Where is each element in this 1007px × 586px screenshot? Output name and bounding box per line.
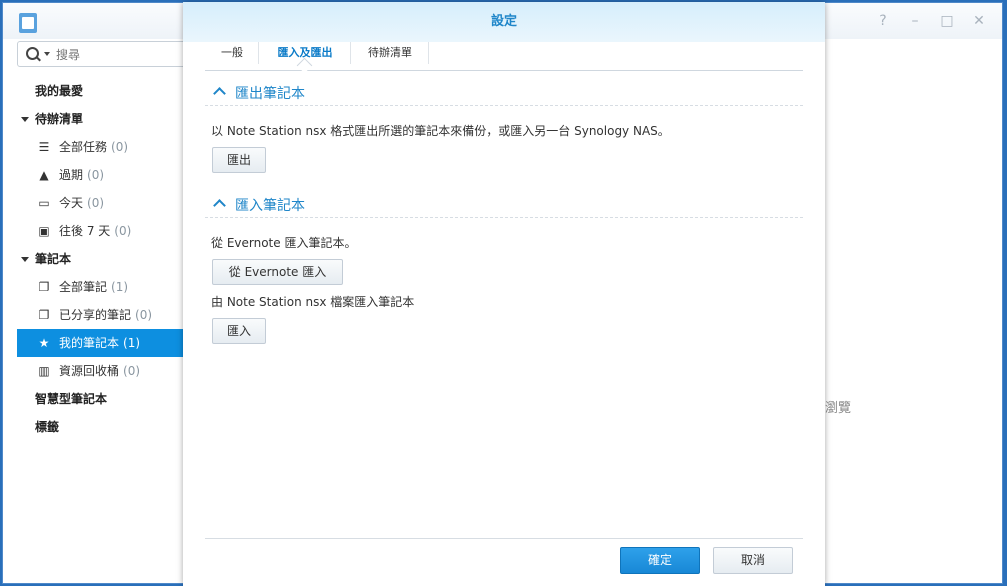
help-icon[interactable]: ? — [874, 13, 892, 29]
sidebar-item-count: (1) — [111, 280, 129, 294]
nsx-import-description: 由 Note Station nsx 檔案匯入筆記本 — [211, 295, 415, 309]
settings-dialog: 設定 一般 匯入及匯出 待辦清單 匯出筆記本 以 Note Station ns… — [183, 2, 825, 586]
sidebar-item-trash[interactable]: ▥ 資源回收桶 (0) — [3, 357, 185, 385]
export-section-header[interactable]: 匯出筆記本 — [205, 81, 803, 106]
warning-icon: ▲ — [39, 168, 49, 182]
search-input[interactable] — [54, 45, 178, 65]
sidebar-item-today[interactable]: ▭ 今天 (0) — [3, 189, 185, 217]
sidebar-item-count: (0) — [135, 308, 153, 322]
import-section-header[interactable]: 匯入筆記本 — [205, 193, 803, 218]
chevron-up-icon[interactable] — [213, 199, 226, 212]
search-icon[interactable] — [26, 47, 39, 60]
minimize-icon[interactable]: – — [906, 13, 924, 29]
checklist-icon: ☰ — [38, 140, 50, 154]
shared-notes-icon: ❐ — [38, 308, 50, 322]
sidebar-item-count: (0) — [123, 364, 141, 378]
sidebar-item-label: 全部任務 — [59, 140, 108, 154]
search-dropdown-icon[interactable] — [44, 52, 50, 56]
sidebar-item-overdue[interactable]: ▲ 過期 (0) — [3, 161, 185, 189]
sidebar-item-label: 標籤 — [35, 420, 60, 434]
app-logo-icon — [19, 13, 37, 33]
tab-label: 匯入及匯出 — [277, 46, 333, 59]
dialog-tabs: 一般 匯入及匯出 待辦清單 — [205, 40, 803, 74]
tab-general[interactable]: 一般 — [205, 40, 259, 68]
sidebar-item-count: (0) — [87, 196, 105, 210]
sidebar-item-label: 已分享的筆記 — [59, 308, 132, 322]
sidebar-item-next-7-days[interactable]: ▣ 往後 7 天 (0) — [3, 217, 185, 245]
evernote-import-button[interactable]: 從 Evernote 匯入 — [212, 259, 343, 285]
sidebar-item-count: (0) — [114, 224, 132, 238]
footer-divider — [205, 538, 803, 539]
tab-label: 待辦清單 — [368, 46, 412, 59]
tab-import-export[interactable]: 匯入及匯出 — [259, 40, 351, 74]
export-description: 以 Note Station nsx 格式匯出所選的筆記本來備份，或匯入另一台 … — [211, 124, 670, 138]
tab-todo[interactable]: 待辦清單 — [351, 40, 429, 68]
chevron-up-icon[interactable] — [213, 87, 226, 100]
sidebar-section-notebooks[interactable]: 筆記本 — [3, 245, 185, 273]
sidebar-item-label: 我的筆記本 — [59, 336, 120, 350]
ok-button[interactable]: 確定 — [620, 547, 700, 574]
calendar-week-icon: ▣ — [38, 224, 50, 238]
export-section-title: 匯出筆記本 — [235, 86, 305, 102]
dialog-title: 設定 — [183, 2, 825, 42]
notes-icon: ❐ — [38, 280, 50, 294]
caret-down-icon[interactable] — [21, 257, 29, 262]
sidebar-item-smart-notebooks[interactable]: 智慧型筆記本 — [3, 385, 185, 413]
close-icon[interactable]: ✕ — [970, 13, 988, 29]
maximize-icon[interactable]: □ — [938, 13, 956, 29]
sidebar-section-label: 待辦清單 — [35, 112, 84, 126]
sidebar-section-todo[interactable]: 待辦清單 — [3, 105, 185, 133]
window-controls: ? – □ ✕ — [874, 13, 988, 29]
sidebar-item-label: 智慧型筆記本 — [35, 392, 108, 406]
import-button[interactable]: 匯入 — [212, 318, 266, 344]
sidebar-item-all-tasks[interactable]: ☰ 全部任務 (0) — [3, 133, 185, 161]
background-text-fragment: 瀏覽 — [825, 401, 852, 416]
sidebar-item-label: 過期 — [59, 168, 84, 182]
sidebar-item-label: 往後 7 天 — [59, 224, 111, 238]
active-tab-pointer — [296, 57, 313, 74]
calendar-icon: ▭ — [38, 196, 50, 210]
caret-down-icon[interactable] — [21, 117, 29, 122]
evernote-import-description: 從 Evernote 匯入筆記本。 — [211, 236, 357, 250]
sidebar-item-shared-notes[interactable]: ❐ 已分享的筆記 (0) — [3, 301, 185, 329]
notebook-star-icon: ★ — [38, 336, 50, 350]
search-box[interactable] — [17, 41, 187, 67]
sidebar-section-label: 筆記本 — [35, 252, 72, 266]
sidebar-item-tags[interactable]: 標籤 — [3, 413, 185, 441]
sidebar-item-label: 資源回收桶 — [59, 364, 120, 378]
trash-icon: ▥ — [38, 364, 50, 378]
sidebar-item-label: 今天 — [59, 196, 84, 210]
tab-label: 一般 — [221, 46, 243, 59]
sidebar-item-count: (0) — [111, 140, 129, 154]
sidebar-item-count: (0) — [87, 168, 105, 182]
sidebar-item-my-notebooks[interactable]: ★ 我的筆記本 (1) — [17, 329, 185, 357]
sidebar-item-label: 我的最愛 — [35, 84, 84, 98]
cancel-button[interactable]: 取消 — [713, 547, 793, 574]
import-section-title: 匯入筆記本 — [235, 198, 305, 214]
sidebar: 我的最愛 待辦清單 ☰ 全部任務 (0) ▲ 過期 (0) ▭ 今天 (0) ▣ 往後… — [3, 77, 185, 441]
sidebar-item-count: (1) — [123, 336, 141, 350]
sidebar-item-label: 全部筆記 — [59, 280, 108, 294]
sidebar-item-favorites[interactable]: 我的最愛 — [3, 77, 185, 105]
export-button[interactable]: 匯出 — [212, 147, 266, 173]
sidebar-item-all-notes[interactable]: ❐ 全部筆記 (1) — [3, 273, 185, 301]
